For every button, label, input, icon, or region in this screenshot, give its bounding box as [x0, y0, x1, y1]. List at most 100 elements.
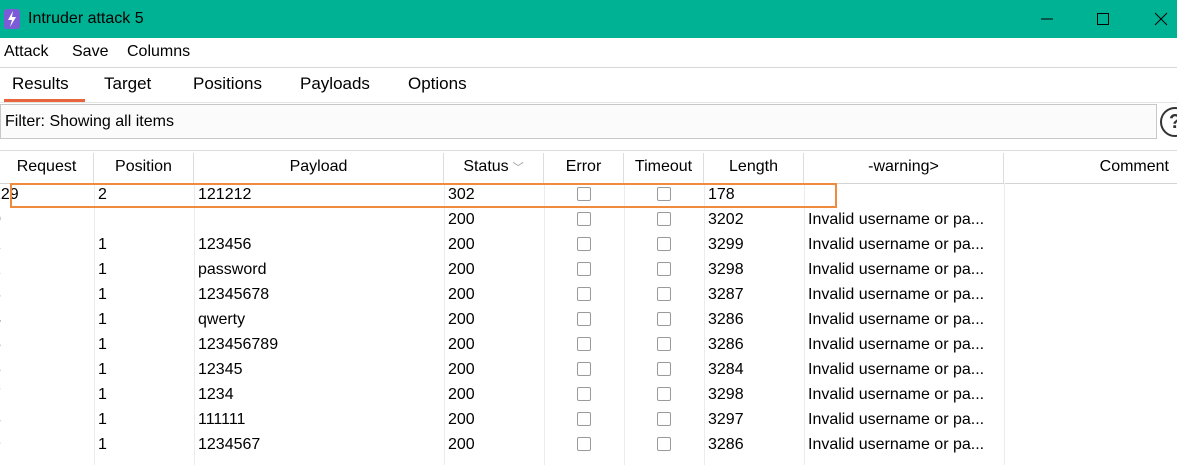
filter-bar[interactable]: Filter: Showing all items — [0, 104, 1157, 139]
close-button[interactable] — [1131, 0, 1177, 38]
table-row[interactable]: 1 1 123456 200 3299 Invalid username or pa... — [0, 233, 1177, 258]
tab-positions[interactable]: Positions — [193, 74, 262, 94]
status-cell: 200 — [448, 411, 475, 428]
comment-cell — [1008, 408, 1173, 433]
timeout-checkbox[interactable] — [657, 337, 671, 351]
payload-cell: 1234567 — [198, 436, 261, 453]
timeout-checkbox[interactable] — [657, 187, 671, 201]
position-cell: 1 — [98, 411, 107, 428]
payload-cell: 123456789 — [198, 336, 279, 353]
timeout-checkbox[interactable] — [657, 212, 671, 226]
timeout-checkbox[interactable] — [657, 237, 671, 251]
table-row[interactable]: 811111112003297Invalid username or pa... — [0, 408, 1177, 433]
comment-cell — [1008, 308, 1173, 333]
warning-cell: Invalid username or pa... — [808, 436, 985, 453]
error-checkbox[interactable] — [577, 387, 591, 401]
error-checkbox[interactable] — [577, 412, 591, 426]
close-icon — [1154, 12, 1168, 26]
length-cell: 3297 — [708, 411, 744, 428]
position-cell: 1 — [98, 361, 107, 378]
warning-cell — [808, 183, 1000, 208]
sort-chevron-down-icon: ﹀ — [512, 162, 524, 174]
position-cell: 1 — [98, 236, 107, 253]
tab-options[interactable]: Options — [408, 74, 467, 94]
status-cell: 200 — [448, 261, 475, 278]
column-header-length[interactable]: Length — [704, 153, 804, 183]
timeout-checkbox[interactable] — [657, 312, 671, 326]
column-header-warning[interactable]: -warning> — [804, 153, 1004, 183]
column-header-comment[interactable]: Comment — [1004, 153, 1177, 183]
length-cell: 3298 — [708, 261, 744, 278]
tab-target[interactable]: Target — [104, 74, 151, 94]
column-header-request[interactable]: Request — [0, 153, 94, 183]
column-header-timeout[interactable]: Timeout — [624, 153, 704, 183]
position-cell: 1 — [98, 311, 107, 328]
request-cell: 129 — [0, 186, 19, 203]
position-cell: 1 — [98, 336, 107, 353]
timeout-checkbox[interactable] — [657, 287, 671, 301]
length-cell: 3286 — [708, 311, 744, 328]
column-header-payload[interactable]: Payload — [194, 153, 444, 183]
menu-columns[interactable]: Columns — [127, 43, 190, 61]
status-cell: 200 — [448, 336, 475, 353]
length-cell: 3284 — [708, 361, 744, 378]
timeout-checkbox[interactable] — [657, 362, 671, 376]
request-cell: 6 — [0, 358, 1, 383]
warning-cell: Invalid username or pa... — [808, 211, 985, 228]
table-row[interactable]: 5 1 123456789 200 3286 Invalid username or pa… — [0, 333, 1177, 358]
error-checkbox[interactable] — [577, 237, 591, 251]
column-header-status[interactable]: Status ﹀ — [444, 153, 544, 183]
comment-cell — [1008, 183, 1173, 208]
payload-cell: 1234 — [198, 386, 234, 403]
error-checkbox[interactable] — [577, 262, 591, 276]
status-cell: 200 — [448, 436, 475, 453]
table-row[interactable]: 6 1 12345 200 3284 Invalid username or pa... — [0, 358, 1177, 383]
column-header-position[interactable]: Position — [94, 153, 194, 183]
request-cell: 1 — [0, 233, 1, 258]
table-row[interactable]: 3 1 12345678 200 3287 Invalid username or pa.… — [0, 283, 1177, 308]
timeout-checkbox[interactable] — [657, 262, 671, 276]
request-cell: 2 — [0, 258, 1, 283]
timeout-checkbox[interactable] — [657, 387, 671, 401]
length-cell: 3287 — [708, 286, 744, 303]
window-title: Intruder attack 5 — [28, 10, 144, 27]
tab-payloads[interactable]: Payloads — [300, 74, 370, 94]
length-cell: 3202 — [708, 211, 744, 228]
comment-cell — [1008, 258, 1173, 283]
menu-save[interactable]: Save — [72, 43, 108, 61]
error-checkbox[interactable] — [577, 362, 591, 376]
table-row[interactable]: 2 1 password 200 3298 Invalid username or pa.… — [0, 258, 1177, 283]
position-cell: 1 — [98, 261, 107, 278]
table-row[interactable]: 0 200 3202 Invalid username or pa... — [0, 208, 1177, 233]
timeout-checkbox[interactable] — [657, 437, 671, 451]
menu-attack[interactable]: Attack — [4, 43, 48, 61]
error-checkbox[interactable] — [577, 212, 591, 226]
status-cell: 302 — [448, 186, 475, 203]
maximize-button[interactable] — [1080, 0, 1126, 38]
tab-results[interactable]: Results — [12, 74, 69, 94]
minimize-button[interactable] — [1024, 0, 1070, 38]
help-icon[interactable]: ? — [1160, 107, 1177, 137]
request-cell: 8 — [0, 408, 1, 433]
error-checkbox[interactable] — [577, 337, 591, 351]
status-cell: 200 — [448, 361, 475, 378]
error-checkbox[interactable] — [577, 287, 591, 301]
column-header-error[interactable]: Error — [544, 153, 624, 183]
request-cell: 4 — [0, 308, 1, 333]
table-row[interactable]: 129 2 121212 302 178 — [0, 183, 1177, 208]
error-checkbox[interactable] — [577, 187, 591, 201]
status-cell: 200 — [448, 286, 475, 303]
table-row[interactable]: 9 1 1234567 200 3286 Invalid username or pa..… — [0, 433, 1177, 458]
column-header-status-label: Status — [463, 158, 509, 175]
error-checkbox[interactable] — [577, 437, 591, 451]
table-row[interactable]: 7 1 1234 200 3298 Invalid username or pa... — [0, 383, 1177, 408]
error-checkbox[interactable] — [577, 312, 591, 326]
comment-cell — [1008, 333, 1173, 358]
table-row[interactable]: 4 1 qwerty 200 3286 Invalid username or pa... — [0, 308, 1177, 333]
payload-cell: 121212 — [198, 186, 252, 203]
warning-cell: Invalid username or pa... — [808, 236, 985, 253]
status-cell: 200 — [448, 236, 475, 253]
payload-cell: 123456 — [198, 236, 252, 253]
timeout-checkbox[interactable] — [657, 412, 671, 426]
warning-cell: Invalid username or pa... — [808, 386, 985, 403]
